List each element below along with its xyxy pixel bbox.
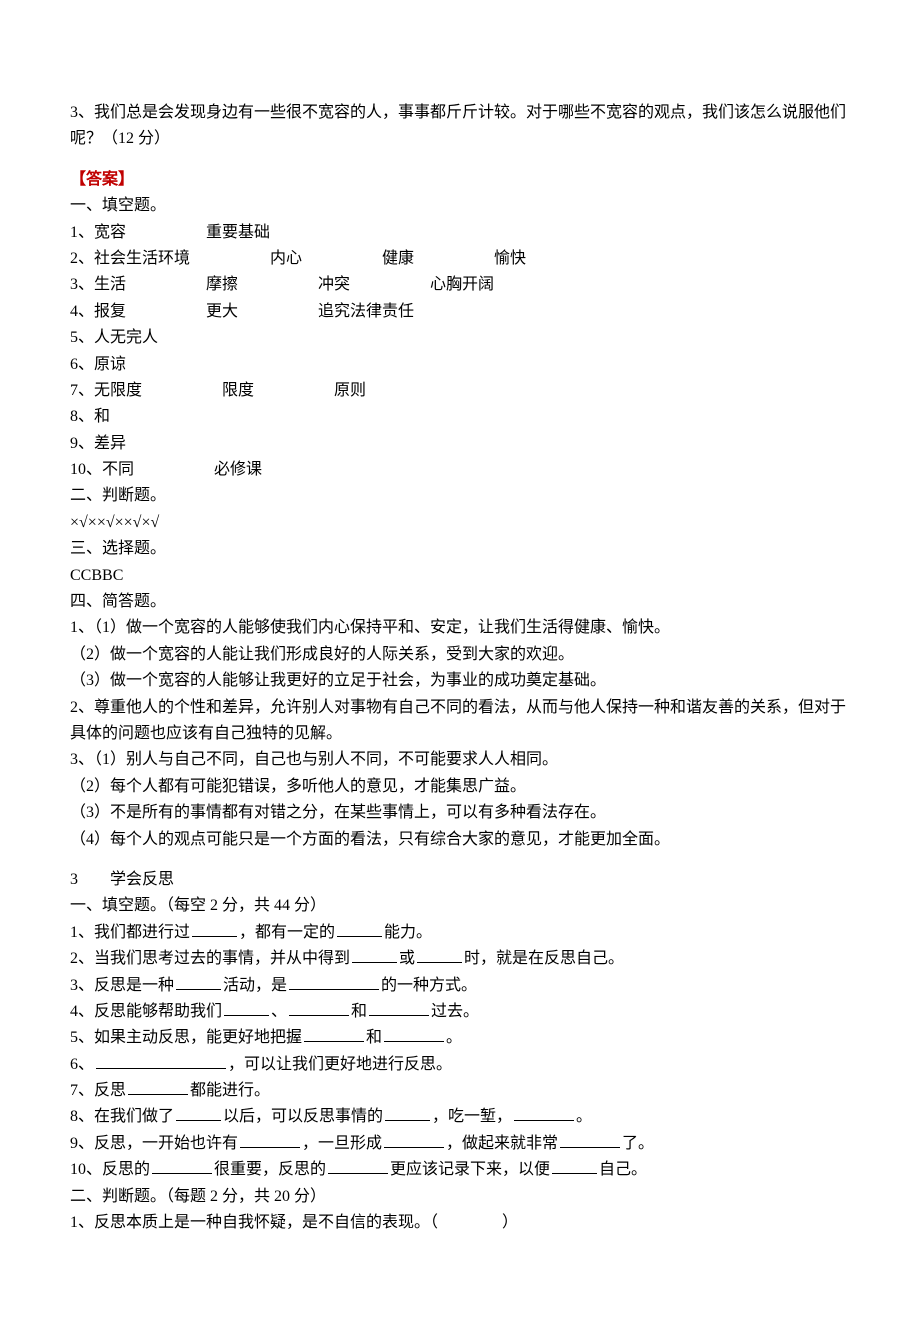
blank[interactable]	[369, 999, 429, 1016]
answer-header: 【答案】	[70, 167, 850, 193]
ans-1-10: 10、不同必修课	[70, 457, 850, 483]
ans-1-4: 4、报复更大追究法律责任	[70, 299, 850, 325]
blank[interactable]	[128, 1078, 188, 1095]
section-3-title: 三、选择题。	[70, 536, 850, 562]
unit3-q5: 5、如果主动反思，能更好地把握和。	[70, 1025, 850, 1051]
ans-4-3b: （2）每个人都有可能犯错误，多听他人的意见，才能集思广益。	[70, 774, 850, 800]
ans-4-1c: （3）做一个宽容的人能够让我更好的立足于社会，为事业的成功奠定基础。	[70, 668, 850, 694]
blank[interactable]	[240, 1131, 300, 1148]
unit3-q9: 9、反思，一开始也许有，一旦形成，做起来就非常了。	[70, 1131, 850, 1157]
blank[interactable]	[384, 1025, 444, 1042]
ans-4-1b: （2）做一个宽容的人能让我们形成良好的人际关系，受到大家的欢迎。	[70, 642, 850, 668]
blank[interactable]	[514, 1104, 574, 1121]
ans-1-7: 7、无限度限度原则	[70, 378, 850, 404]
unit3-q10: 10、反思的很重要，反思的更应该记录下来，以便自己。	[70, 1157, 850, 1183]
unit3-q4: 4、反思能够帮助我们、和过去。	[70, 999, 850, 1025]
blank[interactable]	[176, 973, 221, 990]
blank[interactable]	[552, 1157, 597, 1174]
unit3-judge-title: 二、判断题。（每题 2 分，共 20 分）	[70, 1184, 850, 1210]
blank[interactable]	[352, 946, 397, 963]
question-3: 3、我们总是会发现身边有一些很不宽容的人，事事都斤斤计较。对于哪些不宽容的观点，…	[70, 100, 850, 153]
blank[interactable]	[337, 920, 382, 937]
ans-4-3c: （3）不是所有的事情都有对错之分，在某些事情上，可以有多种看法存在。	[70, 800, 850, 826]
unit3-j1: 1、反思本质上是一种自我怀疑，是不自信的表现。（ ）	[70, 1210, 850, 1236]
unit3-q1: 1、我们都进行过，都有一定的能力。	[70, 920, 850, 946]
unit3-q3: 3、反思是一种活动，是的一种方式。	[70, 973, 850, 999]
unit3-fill-title: 一、填空题。（每空 2 分，共 44 分）	[70, 893, 850, 919]
ans-1-3: 3、生活摩擦冲突心胸开阔	[70, 272, 850, 298]
blank[interactable]	[417, 946, 462, 963]
blank[interactable]	[224, 999, 269, 1016]
blank[interactable]	[176, 1104, 221, 1121]
section-2-title: 二、判断题。	[70, 483, 850, 509]
blank[interactable]	[328, 1157, 388, 1174]
unit3-q6: 6、，可以让我们更好地进行反思。	[70, 1052, 850, 1078]
unit3-q2: 2、当我们思考过去的事情，并从中得到或时，就是在反思自己。	[70, 946, 850, 972]
unit3-q8: 8、在我们做了以后，可以反思事情的，吃一堑，。	[70, 1104, 850, 1130]
blank[interactable]	[384, 1131, 444, 1148]
ans-2: ×√××√××√×√	[70, 510, 850, 536]
ans-1-6: 6、原谅	[70, 352, 850, 378]
blank[interactable]	[192, 920, 237, 937]
ans-1-1: 1、宽容重要基础	[70, 220, 850, 246]
blank[interactable]	[152, 1157, 212, 1174]
ans-4-1a: 1、（1）做一个宽容的人能够使我们内心保持平和、安定，让我们生活得健康、愉快。	[70, 615, 850, 641]
ans-1-5: 5、人无完人	[70, 325, 850, 351]
ans-4-3a: 3、（1）别人与自己不同，自己也与别人不同，不可能要求人人相同。	[70, 747, 850, 773]
blank[interactable]	[289, 999, 349, 1016]
ans-4-3d: （4）每个人的观点可能只是一个方面的看法，只有综合大家的意见，才能更加全面。	[70, 827, 850, 853]
blank[interactable]	[385, 1104, 430, 1121]
blank[interactable]	[560, 1131, 620, 1148]
ans-4-2: 2、尊重他人的个性和差异，允许别人对事物有自己不同的看法，从而与他人保持一种和谐…	[70, 695, 850, 748]
ans-1-2: 2、社会生活环境内心健康愉快	[70, 246, 850, 272]
blank[interactable]	[289, 973, 379, 990]
ans-1-9: 9、差异	[70, 431, 850, 457]
ans-1-8: 8、和	[70, 404, 850, 430]
section-1-title: 一、填空题。	[70, 193, 850, 219]
blank[interactable]	[96, 1052, 226, 1069]
unit3-title: 3 学会反思	[70, 867, 850, 893]
ans-3: CCBBC	[70, 563, 850, 589]
unit3-q7: 7、反思都能进行。	[70, 1078, 850, 1104]
blank[interactable]	[304, 1025, 364, 1042]
section-4-title: 四、简答题。	[70, 589, 850, 615]
